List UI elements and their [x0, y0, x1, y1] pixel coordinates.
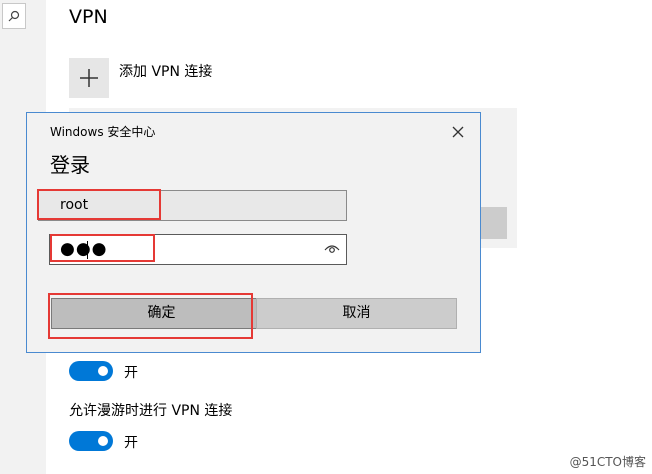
close-button[interactable]	[449, 123, 467, 141]
roaming-toggle[interactable]	[69, 431, 113, 451]
security-dialog: Windows 安全中心 登录 root ●●● 确定 取消	[26, 112, 481, 353]
search-icon	[8, 10, 20, 22]
close-icon	[452, 126, 464, 138]
toggle-knob	[98, 366, 108, 376]
text-caret	[87, 241, 88, 259]
dialog-heading: 登录	[50, 153, 90, 177]
username-value: root	[60, 197, 89, 213]
password-field[interactable]: ●●●	[49, 234, 347, 265]
add-vpn-label[interactable]: 添加 VPN 连接	[119, 61, 212, 81]
username-field[interactable]: root	[38, 190, 347, 221]
plus-icon	[80, 69, 98, 87]
metered-toggle-label: 开	[124, 365, 138, 381]
roaming-setting-label: 允许漫游时进行 VPN 连接	[69, 403, 233, 419]
cancel-button[interactable]: 取消	[256, 298, 457, 329]
search-box[interactable]	[2, 3, 26, 29]
page-title: VPN	[69, 6, 108, 28]
metered-toggle[interactable]	[69, 361, 113, 381]
roaming-toggle-label: 开	[124, 435, 138, 451]
password-value: ●●●	[60, 239, 108, 259]
confirm-button[interactable]: 确定	[51, 298, 272, 329]
toggle-knob	[98, 436, 108, 446]
watermark: @51CTO博客	[569, 455, 646, 469]
dialog-title: Windows 安全中心	[50, 125, 156, 139]
add-vpn-button[interactable]	[69, 58, 109, 98]
eye-icon[interactable]	[324, 243, 340, 255]
